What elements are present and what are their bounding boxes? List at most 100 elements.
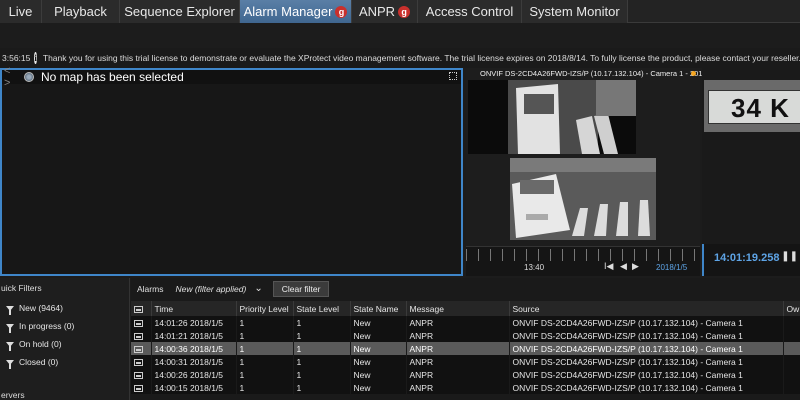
- tab-system-monitor[interactable]: System Monitor: [522, 0, 628, 23]
- layout-grid-icon[interactable]: [449, 72, 457, 80]
- tab-live[interactable]: Live: [0, 0, 42, 23]
- chevron-down-icon[interactable]: ⌄: [254, 283, 262, 294]
- alarm-icon: [134, 332, 143, 340]
- step-forward-icon[interactable]: ▶: [632, 261, 639, 272]
- cell-state-name: New: [350, 342, 407, 355]
- license-notice-bar: 3:56:15 i Thank you for using this trial…: [0, 48, 800, 68]
- table-row[interactable]: 14:00:31 2018/1/5 1 1 New ANPR ONVIF DS-…: [131, 355, 800, 368]
- column-header-time[interactable]: Time: [151, 301, 237, 316]
- parking-scene-main-image: [510, 158, 656, 240]
- alarm-icon-cell: [131, 368, 152, 381]
- cell-message: ANPR: [406, 355, 510, 368]
- tab-label: System Monitor: [529, 4, 620, 19]
- alarm-icon-cell: [131, 355, 152, 368]
- funnel-icon: [6, 323, 14, 333]
- cell-priority: 1: [236, 316, 294, 329]
- map-title: No map has been selected: [41, 70, 184, 84]
- cell-time: 14:01:21 2018/1/5: [151, 329, 237, 342]
- alarm-column-icon: [134, 305, 143, 313]
- table-row[interactable]: 14:00:15 2018/1/5 1 1 New ANPR ONVIF DS-…: [131, 381, 800, 394]
- quick-filters-panel: uick Filters New (9464) In progress (0) …: [0, 278, 130, 400]
- cell-state-name: New: [350, 355, 407, 368]
- timeline-date: 2018/1/5: [656, 263, 688, 272]
- tab-anpr[interactable]: ANPR g: [352, 0, 418, 23]
- alarm-table: Time Priority Level State Level State Na…: [131, 301, 800, 394]
- clear-filter-button[interactable]: Clear filter: [272, 280, 330, 297]
- cell-state-name: New: [350, 368, 407, 381]
- table-row[interactable]: 14:01:26 2018/1/5 1 1 New ANPR ONVIF DS-…: [131, 316, 800, 329]
- alarm-icon-cell: [131, 329, 152, 342]
- filter-on-hold[interactable]: On hold (0): [0, 335, 129, 353]
- map-header: < > No map has been selected: [2, 65, 461, 89]
- cell-owner: [783, 368, 800, 381]
- column-header-state-name[interactable]: State Name: [350, 301, 407, 316]
- column-header-owner[interactable]: Ow: [783, 301, 800, 316]
- quick-filters-title: uick Filters: [1, 283, 42, 293]
- pause-icon[interactable]: ❚❚: [781, 251, 798, 262]
- column-header-state-level[interactable]: State Level: [293, 301, 351, 316]
- skip-back-icon[interactable]: I◀: [604, 261, 613, 272]
- servers-section-title: ervers: [1, 390, 25, 400]
- cell-message: ANPR: [406, 368, 510, 381]
- filter-new[interactable]: New (9464): [0, 299, 129, 317]
- alarms-label: Alarms: [137, 283, 164, 294]
- table-row-selected[interactable]: 14:00:36 2018/1/5 1 1 New ANPR ONVIF DS-…: [131, 342, 800, 355]
- camera-title: ONVIF DS-2CD4A26FWD-IZS/P (10.17.132.104…: [480, 69, 709, 78]
- tab-label: Live: [8, 4, 33, 19]
- tab-sequence-explorer[interactable]: Sequence Explorer: [120, 0, 240, 23]
- alarm-filter-dropdown[interactable]: New (filter applied): [175, 284, 246, 294]
- filter-label: On hold (0): [19, 339, 62, 349]
- cell-time: 14:00:36 2018/1/5: [151, 342, 237, 355]
- cell-message: ANPR: [406, 329, 510, 342]
- cell-state-name: New: [350, 316, 407, 329]
- cell-message: ANPR: [406, 316, 510, 329]
- timeline-time-label: 13:40: [524, 263, 545, 272]
- cell-state-level: 1: [293, 342, 351, 355]
- cell-time: 14:01:26 2018/1/5: [151, 316, 237, 329]
- parking-scene-top-image: [468, 80, 636, 154]
- table-row[interactable]: 14:01:21 2018/1/5 1 1 New ANPR ONVIF DS-…: [131, 329, 800, 342]
- tab-access-control[interactable]: Access Control: [418, 0, 522, 23]
- cell-message: ANPR: [406, 342, 510, 355]
- filter-closed[interactable]: Closed (0): [0, 353, 129, 371]
- cell-time: 14:00:15 2018/1/5: [151, 381, 237, 394]
- camera-video-frame-top[interactable]: [468, 80, 636, 154]
- camera-view-pane[interactable]: ONVIF DS-2CD4A26FWD-IZS/P (10.17.132.104…: [466, 68, 709, 276]
- column-header-icon: [131, 301, 152, 316]
- filter-in-progress[interactable]: In progress (0): [0, 317, 129, 335]
- filter-label: New (9464): [19, 303, 63, 313]
- cell-source: ONVIF DS-2CD4A26FWD-IZS/P (10.17.132.104…: [509, 316, 784, 329]
- funnel-icon: [6, 341, 14, 351]
- cell-state-level: 1: [293, 368, 351, 381]
- anpr-view-pane[interactable]: 34 K 14:01:19.258 ❚❚: [702, 68, 800, 276]
- cell-source: ONVIF DS-2CD4A26FWD-IZS/P (10.17.132.104…: [509, 342, 784, 355]
- cell-state-level: 1: [293, 355, 351, 368]
- cell-priority: 1: [236, 342, 294, 355]
- step-back-icon[interactable]: ◀: [620, 261, 627, 272]
- tab-playback[interactable]: Playback: [42, 0, 120, 23]
- column-header-message[interactable]: Message: [406, 301, 510, 316]
- notice-text: Thank you for using this trial license t…: [42, 53, 800, 63]
- map-nav-arrows-icon[interactable]: < >: [2, 65, 22, 89]
- alarm-icon: [134, 319, 143, 327]
- cell-priority: 1: [236, 381, 294, 394]
- cell-owner: [783, 342, 800, 355]
- playback-timeline[interactable]: 13:40 I◀ ◀ ▶ 2018/1/5: [466, 246, 700, 276]
- column-header-priority[interactable]: Priority Level: [236, 301, 294, 316]
- cell-time: 14:00:26 2018/1/5: [151, 368, 237, 381]
- map-pane[interactable]: < > No map has been selected: [0, 65, 463, 276]
- cell-state-level: 1: [293, 381, 351, 394]
- cell-state-name: New: [350, 329, 407, 342]
- main-tab-bar: Live Playback Sequence Explorer Alarm Ma…: [0, 0, 800, 23]
- column-header-source[interactable]: Source: [509, 301, 784, 316]
- notice-time: 3:56:15: [2, 53, 31, 63]
- tab-label: ANPR: [358, 4, 396, 19]
- funnel-icon: [6, 305, 14, 315]
- tab-alarm-manager[interactable]: Alarm Manager g: [240, 0, 352, 23]
- license-plate-image: 34 K: [704, 80, 800, 132]
- info-icon: i: [34, 52, 37, 64]
- cell-owner: [783, 381, 800, 394]
- camera-video-frame-main[interactable]: [510, 158, 656, 240]
- table-row[interactable]: 14:00:26 2018/1/5 1 1 New ANPR ONVIF DS-…: [131, 368, 800, 381]
- globe-icon: [24, 72, 34, 82]
